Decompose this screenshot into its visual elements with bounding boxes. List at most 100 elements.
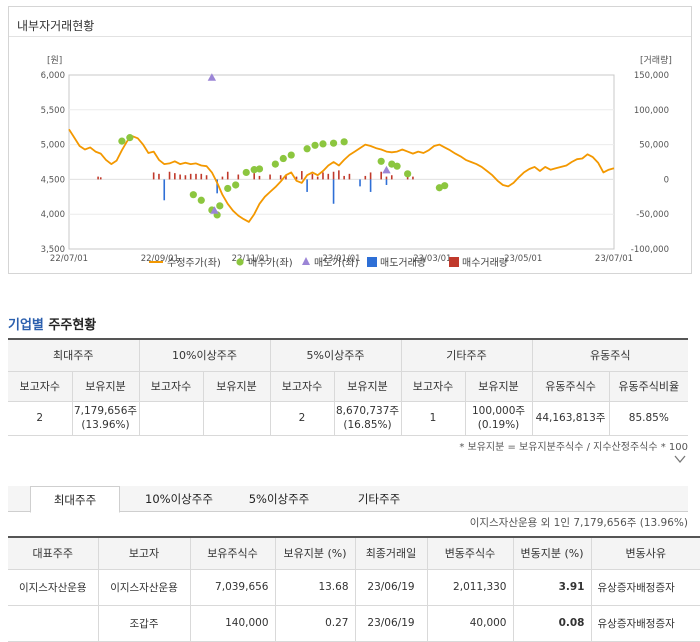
section-title-accent: 기업별 xyxy=(8,318,44,333)
buy-price-point xyxy=(377,157,385,165)
col-header: 변동사유 xyxy=(590,536,700,570)
y-left-tick-label: 4,000 xyxy=(41,210,65,220)
buy-volume-bar xyxy=(385,176,388,180)
buy-price-point xyxy=(279,154,287,163)
buy-price-point xyxy=(311,141,319,149)
share-amount: 100,000주 xyxy=(471,405,526,417)
sub-header: 보고자수 xyxy=(8,370,73,402)
buy-price-point xyxy=(393,162,401,170)
insider-trading-chart: [원] [거래량]6,0005,5005,0004,5004,0003,50015… xyxy=(41,54,672,269)
buy-price-point xyxy=(118,137,126,145)
legend-label: 매도거래량 xyxy=(380,257,426,269)
etc-count: 1 xyxy=(400,400,466,436)
buy-price-point xyxy=(329,139,338,147)
shareholder-tabs: 최대주주 10%이상주주 5%이상주주 기타주주 xyxy=(8,486,688,513)
buy-volume-bar xyxy=(390,175,393,180)
buy-volume-bar xyxy=(168,171,171,180)
buy-price-point xyxy=(340,138,348,146)
sub-header: 보유지분 xyxy=(333,370,402,402)
share-ratio: (0.19%) xyxy=(477,419,520,431)
y-right-tick-label: 0 xyxy=(664,175,669,185)
held-ratio: 13.68 xyxy=(274,568,356,606)
ten-pct-count xyxy=(138,400,204,436)
buy-volume-bar xyxy=(174,173,176,180)
representative-holder: 이지스자산운용 xyxy=(8,568,99,606)
y-right-tick-label: 50,000 xyxy=(639,141,669,151)
buy-price-point xyxy=(319,140,327,148)
buy-volume-bar xyxy=(311,173,314,180)
buy-price-point xyxy=(232,181,240,189)
held-shares: 140,000 xyxy=(189,604,276,642)
buy-volume-bar xyxy=(327,173,330,180)
reporter: 조갑주 xyxy=(97,604,191,642)
change-reason: 유상증자배정증자 xyxy=(590,604,700,642)
buy-price-point xyxy=(404,170,412,178)
changed-shares: 2,011,330 xyxy=(426,568,514,606)
sell-volume-bar xyxy=(385,179,388,185)
buy-volume-bar xyxy=(258,175,261,180)
max-holder-detail-table: 대표주주 보고자 보유주식수 보유지분 (%) 최종거래일 변동주식수 변동지분… xyxy=(8,536,700,642)
buy-volume-bar xyxy=(343,175,345,180)
buy-volume-bar xyxy=(332,171,335,180)
share-ratio: (16.85%) xyxy=(343,419,392,431)
col-header: 변동주식수 xyxy=(426,536,514,570)
legend-buy-volume-icon xyxy=(449,257,459,267)
legend-buy-icon xyxy=(236,258,244,266)
legend-sell-volume-icon xyxy=(367,257,377,267)
tab-10pct-holder[interactable]: 10%이상주주 xyxy=(134,486,224,512)
sub-header: 보유지분 xyxy=(71,370,140,402)
held-ratio: 0.27 xyxy=(274,604,356,642)
col-header: 대표주주 xyxy=(8,536,99,570)
buy-volume-bar xyxy=(99,177,102,180)
sell-volume-bar xyxy=(359,179,361,187)
buy-volume-bar xyxy=(152,172,155,180)
changed-ratio: 0.08 xyxy=(512,604,592,642)
section-title: 기업별 주주현황 xyxy=(8,314,96,333)
share-ratio: (13.96%) xyxy=(81,419,130,431)
representative-holder xyxy=(8,604,99,642)
group-header: 최대주주 xyxy=(8,338,140,372)
sub-header: 유동주식비율 xyxy=(608,370,689,402)
changed-shares: 40,000 xyxy=(426,604,514,642)
float-share-ratio: 85.85% xyxy=(608,400,689,436)
legend-label: 매도가(좌) xyxy=(314,257,359,269)
buy-volume-bar xyxy=(221,176,224,180)
buy-price-point xyxy=(303,145,311,153)
sell-price-point xyxy=(207,73,217,81)
y-right-tick-label: 100,000 xyxy=(634,106,669,116)
legend-label: 수정주가(좌) xyxy=(167,257,221,269)
x-tick-label: 22/07/01 xyxy=(50,254,88,264)
buy-price-point xyxy=(197,196,205,204)
col-header: 최종거래일 xyxy=(354,536,428,570)
group-header: 10%이상주주 xyxy=(138,338,271,372)
buy-price-point xyxy=(271,160,279,168)
buy-volume-bar xyxy=(322,172,324,180)
buy-volume-bar xyxy=(301,171,303,180)
buy-volume-bar xyxy=(195,173,197,180)
buy-price-point xyxy=(242,168,250,177)
tab-5pct-holder[interactable]: 5%이상주주 xyxy=(234,486,324,512)
last-trade-date: 23/06/19 xyxy=(354,568,428,606)
max-holder-summary: 이지스자산운용 외 1인 7,179,656주 (13.96%) xyxy=(469,517,688,529)
group-header: 기타주주 xyxy=(400,338,533,372)
sub-header: 보유지분 xyxy=(202,370,271,402)
legend-label: 매수가(좌) xyxy=(248,257,293,269)
chevron-down-icon[interactable] xyxy=(674,453,686,465)
share-amount: 8,670,737주 xyxy=(335,405,400,417)
sell-volume-bar xyxy=(306,179,308,192)
buy-volume-bar xyxy=(364,175,367,180)
tab-other-holder[interactable]: 기타주주 xyxy=(334,486,424,512)
float-share-count: 44,163,813주 xyxy=(531,400,610,436)
buy-volume-bar xyxy=(226,171,229,180)
table-row: 조갑주 140,000 0.27 23/06/19 40,000 0.08 유상… xyxy=(8,604,700,642)
col-header: 보고자 xyxy=(97,536,191,570)
left-axis-unit: [원] xyxy=(47,55,62,66)
y-left-tick-label: 5,000 xyxy=(41,141,65,151)
buy-volume-bar xyxy=(253,173,255,180)
share-formula-note: * 보유지분 = 보유지분주식수 / 지수산정주식수 * 100 xyxy=(459,442,688,453)
group-header: 유동주식 xyxy=(531,338,689,372)
tab-max-holder[interactable]: 최대주주 xyxy=(30,486,120,513)
y-right-tick-label: -100,000 xyxy=(631,245,669,255)
sell-volume-bar xyxy=(332,179,335,204)
share-amount: 7,179,656주 xyxy=(73,405,138,417)
